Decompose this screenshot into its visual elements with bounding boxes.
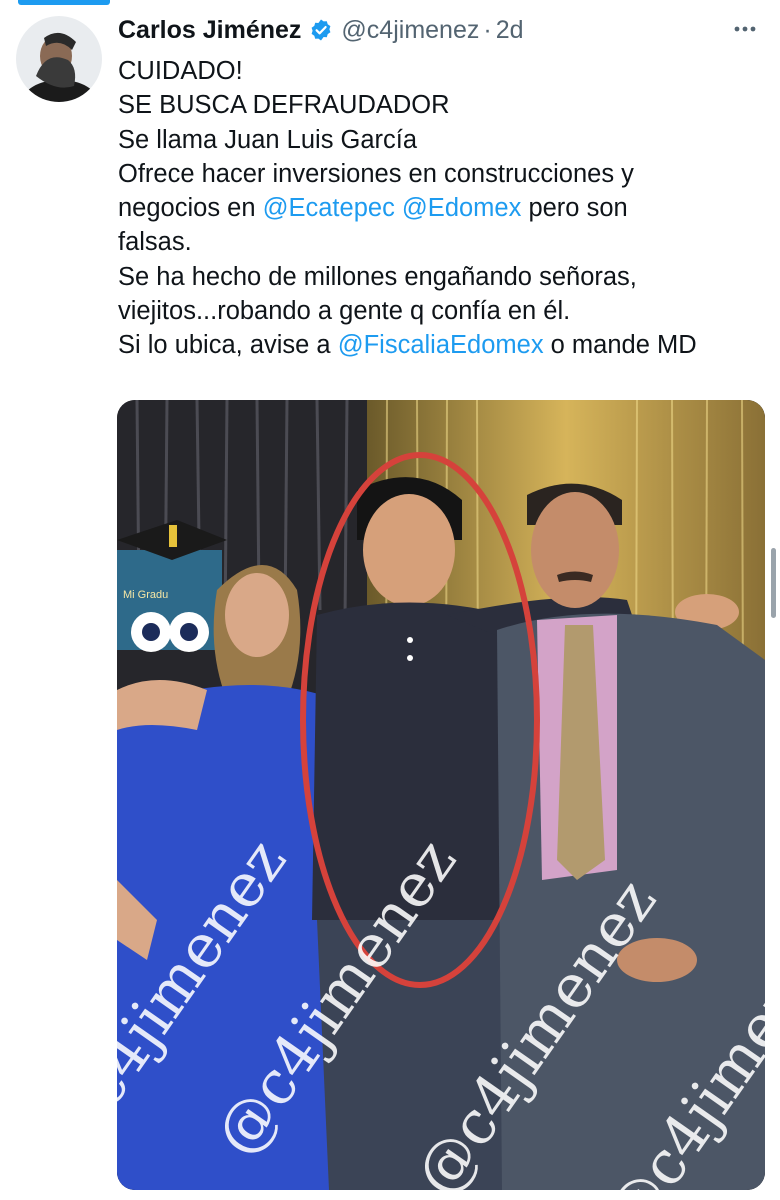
top-tab-indicator: [18, 0, 110, 5]
banner-text: Mi Gradu: [123, 589, 168, 601]
avatar[interactable]: [16, 16, 102, 102]
tweet-text-fragment: pero son: [521, 194, 628, 223]
tweet-text-fragment: o mande MD: [543, 331, 697, 360]
author-handle[interactable]: @c4jimenez: [341, 16, 479, 45]
tweet-line: SE BUSCA DEFRAUDADOR: [118, 91, 450, 120]
graduation-banner: Mi Gradu: [117, 520, 227, 652]
tweet-line: Si lo ubica, avise a @FiscaliaEdomex o m…: [118, 328, 768, 362]
tweet-line: Ofrece hacer inversiones en construccion…: [118, 159, 634, 188]
tweet-line: falsas.: [118, 228, 192, 257]
tweet-line: negocios en @Ecatepec @Edomex pero son: [118, 191, 768, 225]
tweet-line: viejitos...robando a gente q confía en é…: [118, 297, 571, 326]
tweet-text-fragment: Si lo ubica, avise a: [118, 331, 338, 360]
mention-link-ecatepec[interactable]: @Ecatepec: [263, 194, 395, 222]
scrollbar-thumb[interactable]: [771, 548, 776, 618]
mention-link-fiscalia[interactable]: @FiscaliaEdomex: [338, 331, 544, 359]
tweet-line: Se ha hecho de millones engañando señora…: [118, 262, 637, 291]
tweet-line: Se llama Juan Luis García: [118, 125, 418, 154]
tweet-timestamp[interactable]: 2d: [496, 16, 524, 45]
tweet-header: Carlos Jiménez @c4jimenez · 2d: [118, 12, 760, 48]
tweet-photo[interactable]: Mi Gradu @c4jimenez @c4jimenez @c4jimene…: [117, 400, 765, 1190]
verified-badge-icon: [309, 18, 333, 42]
tweet-line: CUIDADO!: [118, 57, 243, 85]
mention-link-edomex[interactable]: @Edomex: [402, 194, 521, 222]
more-options-icon[interactable]: [730, 14, 760, 44]
author-name[interactable]: Carlos Jiménez: [118, 16, 301, 45]
tweet-text-fragment: negocios en: [118, 194, 263, 223]
header-separator: ·: [483, 15, 492, 44]
tweet-text: CUIDADO! SE BUSCA DEFRAUDADOR Se llama J…: [118, 54, 768, 363]
